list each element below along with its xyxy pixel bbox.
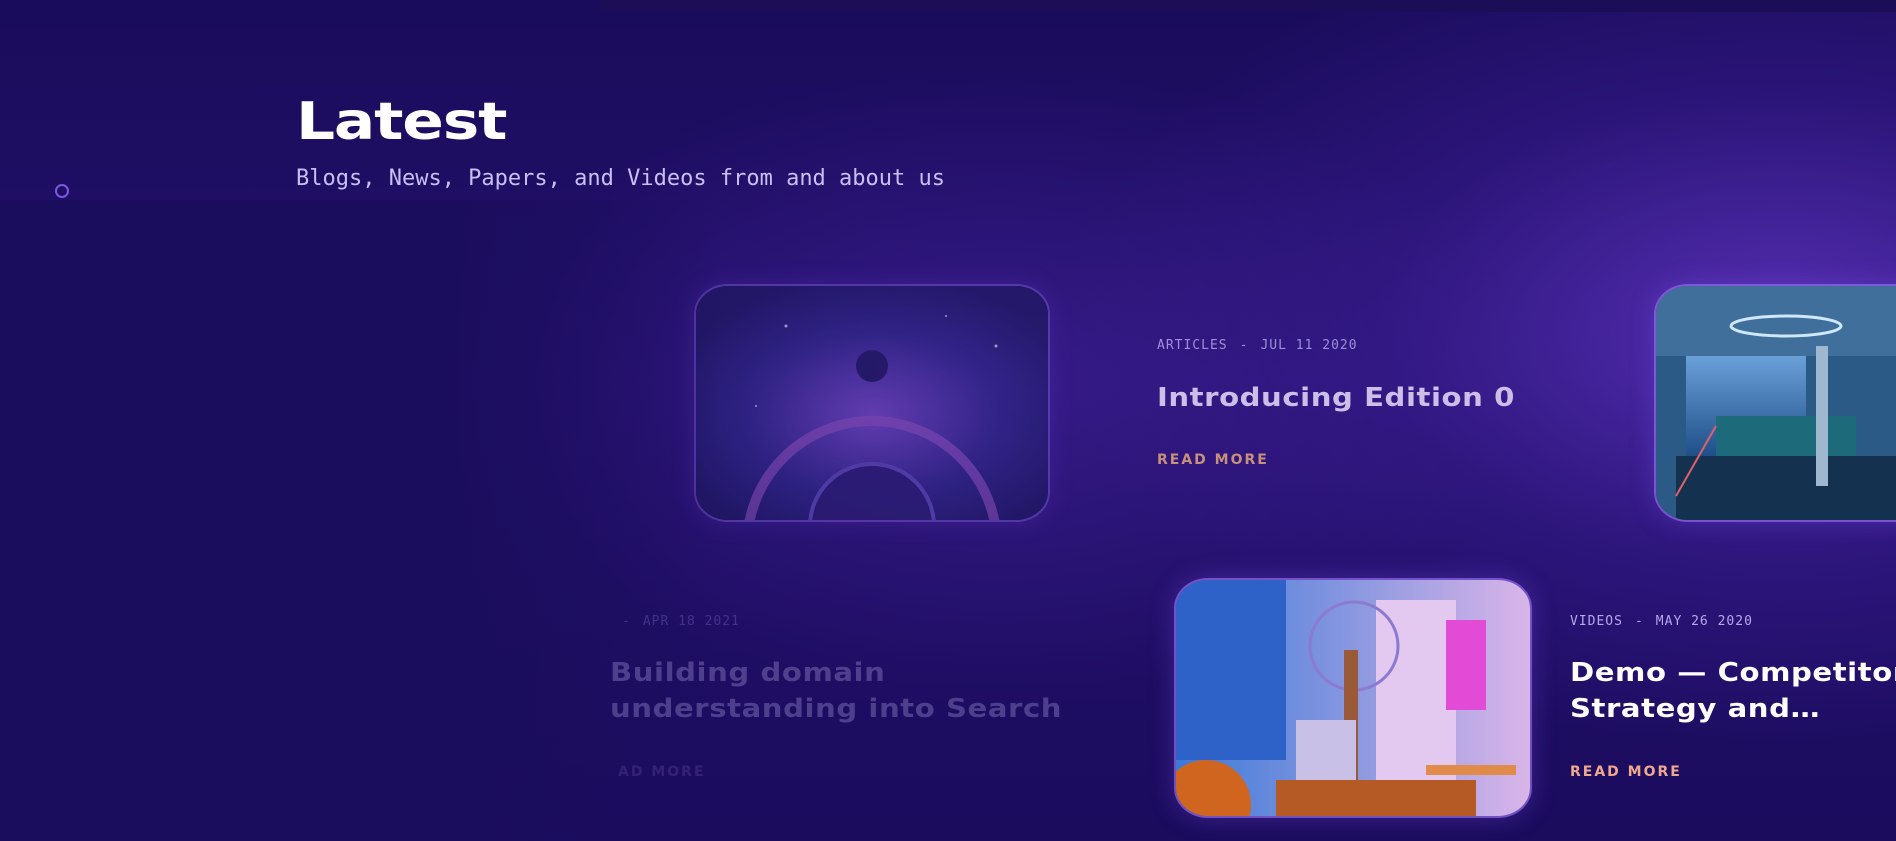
nav-line — [61, 352, 63, 414]
city-illustration — [1176, 580, 1530, 816]
article-thumbnail-interior[interactable] — [1654, 284, 1896, 522]
read-more-link[interactable]: READ MORE — [1570, 764, 1682, 780]
card-meta: VIDEOS - MAY 26 2020 — [1570, 614, 1753, 629]
nav-dot-4[interactable] — [55, 410, 69, 424]
nav-dot-5[interactable] — [55, 485, 69, 499]
nav-line — [61, 502, 63, 564]
article-thumbnail-planet[interactable] — [694, 284, 1050, 522]
nav-dot-6[interactable] — [55, 560, 69, 574]
card-date: JUL 11 2020 — [1260, 338, 1358, 353]
read-more-link[interactable]: AD MORE — [618, 764, 706, 780]
card-meta: - APR 18 2021 — [622, 614, 740, 629]
card-date: MAY 26 2020 — [1655, 614, 1753, 629]
nav-dot-3[interactable] — [55, 335, 69, 349]
video-thumbnail-city[interactable] — [1174, 578, 1532, 818]
interior-illustration — [1656, 286, 1896, 520]
nav-dot-7-active[interactable] — [50, 631, 72, 653]
page-subtitle: Blogs, News, Papers, and Videos from and… — [296, 166, 946, 191]
nav-dot-1[interactable] — [55, 184, 69, 198]
nav-line — [61, 577, 63, 639]
card-meta: ARTICLES - JUL 11 2020 — [1157, 338, 1358, 353]
card-category: ARTICLES — [1157, 338, 1228, 353]
nav-dot-2[interactable] — [55, 259, 69, 273]
nav-line — [61, 276, 63, 338]
planet-illustration — [696, 286, 1048, 520]
page-title: Latest — [296, 92, 507, 152]
card-title[interactable]: Building domain understanding into Searc… — [610, 655, 1062, 727]
card-title[interactable]: Introducing Edition 0 — [1157, 380, 1515, 416]
top-bar — [600, 0, 1896, 12]
card-date: APR 18 2021 — [642, 614, 740, 629]
card-title[interactable]: Demo — Competitor Strategy and… — [1570, 655, 1896, 727]
card-category: VIDEOS — [1570, 614, 1623, 629]
section-nav — [50, 184, 74, 664]
read-more-link[interactable]: READ MORE — [1157, 452, 1269, 468]
nav-line — [61, 200, 63, 262]
nav-line — [61, 427, 63, 489]
